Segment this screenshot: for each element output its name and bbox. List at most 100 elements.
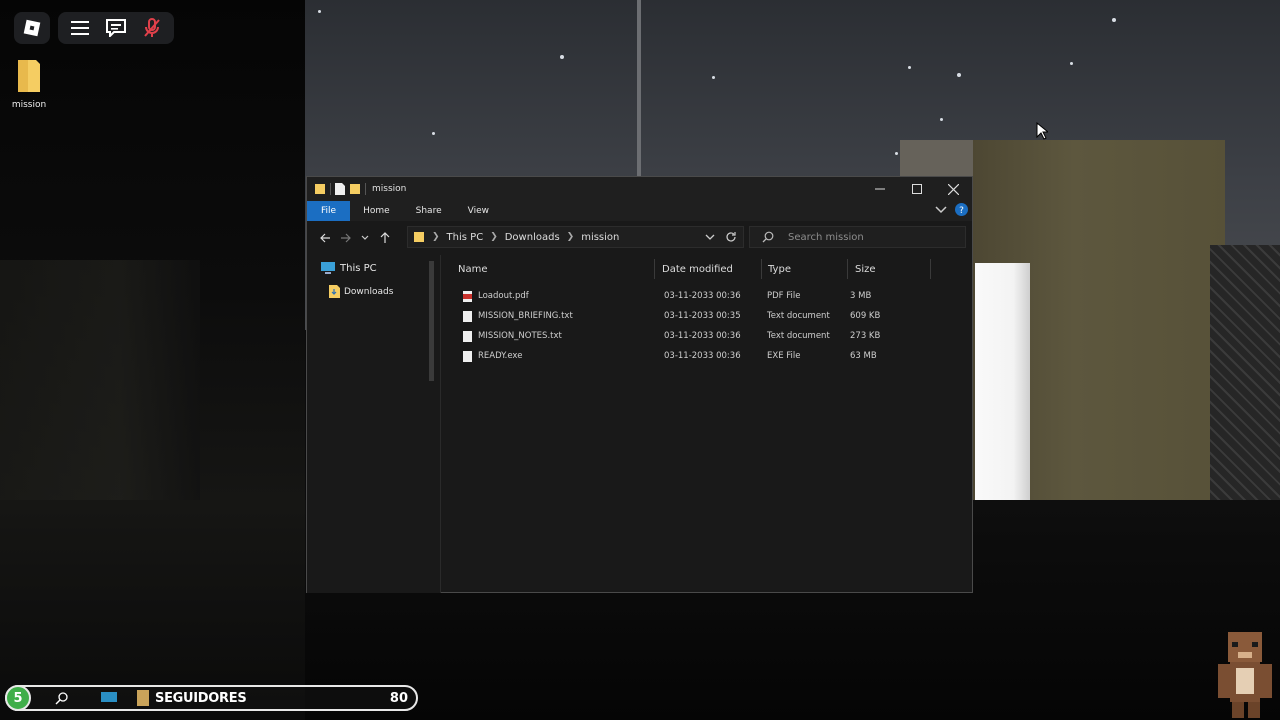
file-type: EXE File [767, 351, 801, 361]
recent-locations-button[interactable] [355, 235, 375, 241]
chat-icon [106, 19, 126, 37]
breadcrumb-this-pc[interactable]: This PC [447, 232, 484, 243]
file-row-loadout[interactable]: Loadout.pdf 03-11-2033 00:36 PDF File 3 … [442, 286, 912, 306]
nav-item-this-pc[interactable]: This PC [321, 262, 377, 274]
file-date: 03-11-2033 00:36 [664, 331, 741, 341]
new-folder-icon[interactable] [349, 183, 361, 195]
maximize-button[interactable] [898, 177, 935, 201]
hamburger-menu-button[interactable] [62, 12, 98, 44]
star [318, 10, 321, 13]
file-row-ready-exe[interactable]: READY.exe 03-11-2033 00:36 EXE File 63 M… [442, 346, 912, 366]
forward-button[interactable] [335, 233, 355, 243]
up-button[interactable] [375, 232, 395, 243]
tab-share[interactable]: Share [403, 201, 455, 221]
search-box[interactable]: Search mission [749, 226, 966, 248]
desktop-folder-mission[interactable]: mission [8, 58, 50, 110]
search-icon [762, 231, 774, 243]
star [957, 73, 961, 77]
title-bar[interactable]: mission [307, 177, 972, 201]
file-size: 273 KB [850, 331, 881, 341]
desktop-icon-label: mission [11, 100, 47, 110]
tab-view[interactable]: View [455, 201, 502, 221]
hamburger-icon [71, 21, 89, 35]
arrow-up-icon [380, 232, 390, 243]
nav-item-downloads[interactable]: Downloads [329, 285, 393, 298]
navigation-pane: This PC Downloads [307, 255, 441, 593]
followers-count: 80 [389, 690, 408, 706]
column-header-type[interactable]: Type [762, 259, 848, 279]
column-header-size[interactable]: Size [849, 259, 931, 279]
address-bar[interactable]: ❯ This PC ❯ Downloads ❯ mission [407, 226, 744, 248]
file-name: READY.exe [478, 351, 523, 361]
exe-file-icon [463, 350, 472, 362]
star [908, 66, 911, 69]
microphone-button[interactable] [134, 12, 170, 44]
file-type: Text document [767, 331, 830, 341]
tab-file[interactable]: File [307, 201, 351, 221]
mouse-cursor-icon [1036, 122, 1048, 140]
help-icon[interactable]: ? [955, 203, 968, 216]
quick-access-toolbar [314, 183, 366, 195]
file-date: 03-11-2033 00:35 [664, 311, 741, 321]
column-header-name[interactable]: Name [452, 259, 655, 279]
text-file-icon [463, 330, 472, 342]
window-controls [861, 177, 972, 201]
game-controls [58, 12, 174, 44]
column-header-date[interactable]: Date modified [656, 259, 762, 279]
expand-ribbon-chevron-icon[interactable] [935, 205, 947, 214]
file-row-mission-briefing[interactable]: MISSION_BRIEFING.txt 03-11-2033 00:35 Te… [442, 306, 912, 326]
ribbon-right-controls: ? [935, 203, 968, 216]
refresh-icon[interactable] [725, 231, 737, 243]
text-file-icon [463, 310, 472, 322]
chevron-down-icon [361, 235, 369, 240]
navpane-scrollbar[interactable] [429, 261, 434, 381]
computer-icon [101, 692, 117, 702]
back-button[interactable] [315, 233, 335, 243]
file-date: 03-11-2033 00:36 [664, 351, 741, 361]
file-size: 3 MB [850, 291, 872, 301]
breadcrumb-separator: ❯ [490, 232, 498, 242]
breadcrumb-separator: ❯ [566, 232, 575, 242]
nav-item-label: This PC [340, 262, 377, 274]
close-icon [948, 183, 959, 195]
tab-home[interactable]: Home [350, 201, 403, 221]
level-badge: 5 [5, 685, 31, 711]
breadcrumb-separator: ❯ [432, 232, 440, 242]
close-button[interactable] [935, 177, 972, 201]
pole [637, 0, 641, 176]
window-title: mission [372, 184, 407, 194]
file-type: PDF File [767, 291, 801, 301]
breadcrumb-mission[interactable]: mission [581, 232, 619, 243]
arrow-left-icon [319, 233, 330, 242]
file-size: 63 MB [850, 351, 877, 361]
chat-button[interactable] [98, 12, 134, 44]
downloads-folder-icon [329, 285, 340, 298]
folder-icon [414, 232, 424, 242]
nav-item-label: Downloads [344, 286, 394, 297]
lit-doorway [975, 263, 1030, 500]
search-placeholder: Search mission [788, 231, 864, 243]
microphone-muted-icon [144, 18, 160, 37]
ribbon-tabs: File Home Share View ? [307, 201, 972, 221]
arrow-right-icon [340, 233, 351, 242]
minimize-icon [874, 188, 885, 190]
roblox-logo-icon [23, 19, 41, 37]
file-date: 03-11-2033 00:36 [664, 291, 741, 301]
star [432, 132, 435, 135]
search-icon [55, 692, 68, 705]
roblox-menu-button[interactable] [14, 12, 50, 44]
folder-icon [18, 60, 40, 92]
minimize-button[interactable] [861, 177, 898, 201]
svg-text:?: ? [959, 206, 964, 216]
file-row-mission-notes[interactable]: MISSION_NOTES.txt 03-11-2033 00:36 Text … [442, 326, 912, 346]
folder-icon [137, 690, 149, 706]
star [940, 118, 943, 121]
computer-icon [321, 262, 335, 274]
breadcrumb-downloads[interactable]: Downloads [505, 232, 560, 243]
chain-fence [1210, 245, 1280, 505]
address-dropdown-icon[interactable] [705, 234, 715, 241]
file-list: Name Date modified Type Size Loadout.pdf… [442, 255, 972, 593]
game-topbar [14, 12, 174, 44]
pdf-file-icon [463, 290, 472, 302]
properties-icon[interactable] [335, 183, 345, 195]
